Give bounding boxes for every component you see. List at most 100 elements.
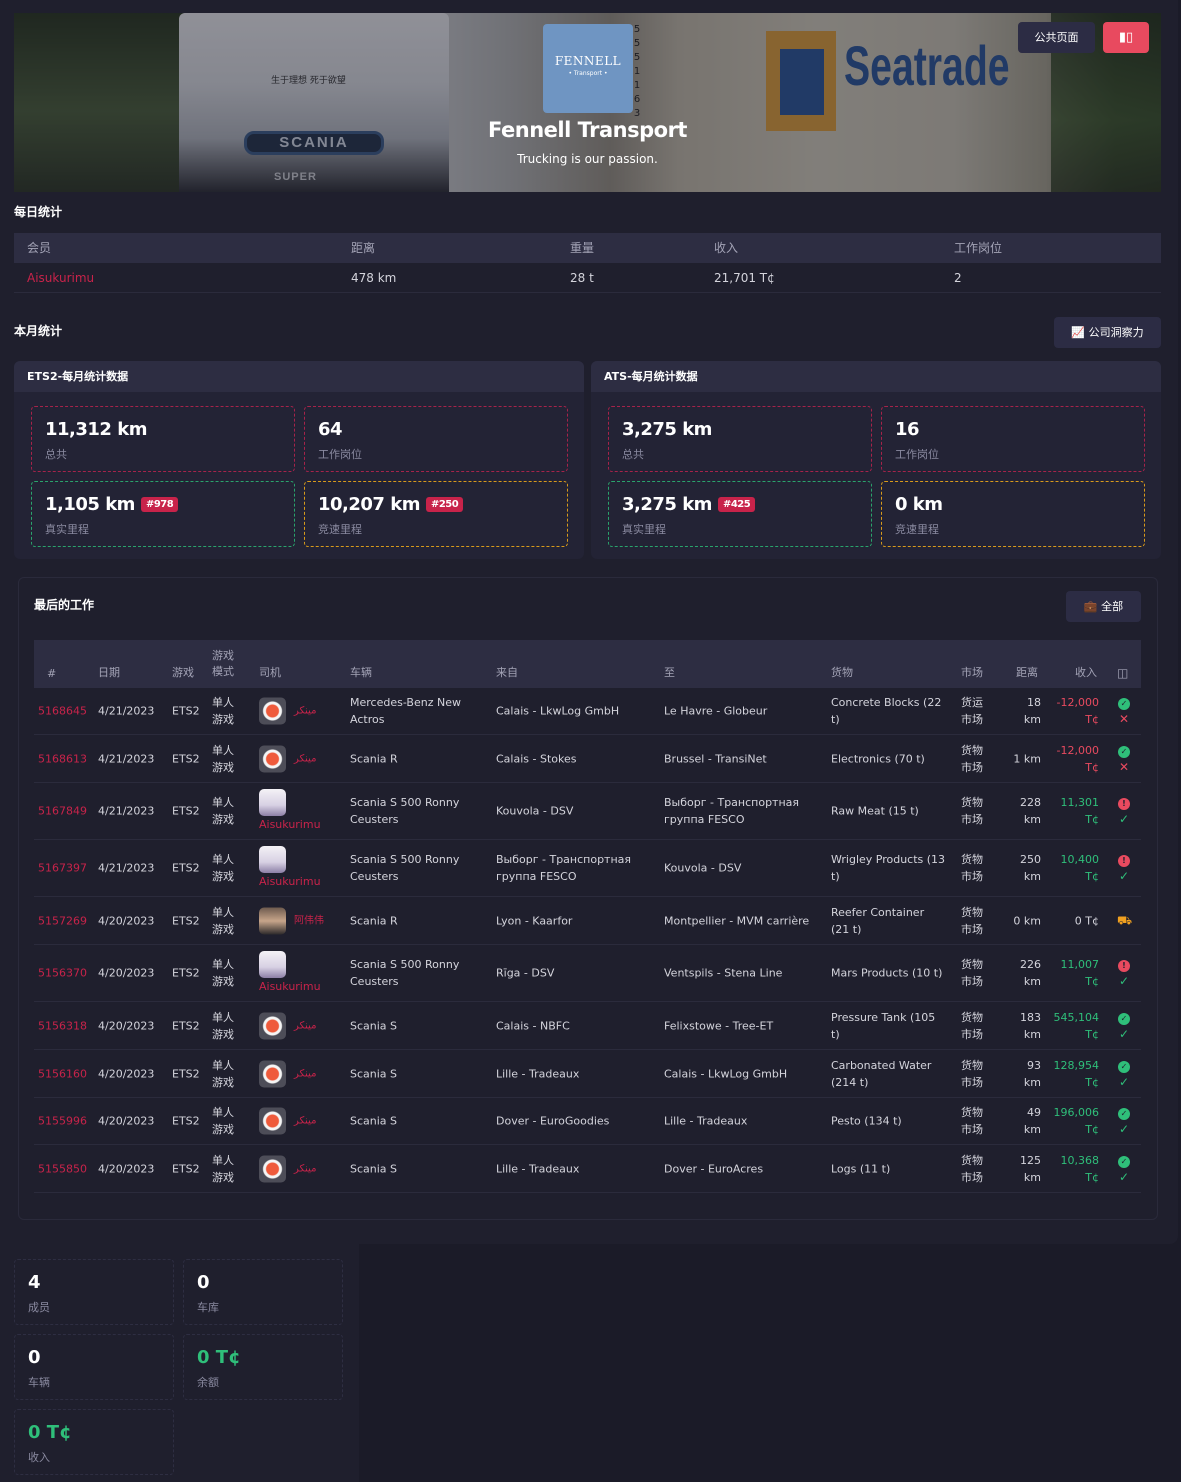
table-row[interactable]: 5167397 4/21/2023 ETS2 单人 游戏 Scania S 500 Ro… xyxy=(34,840,1141,897)
driver-name[interactable]: Aisukurimu xyxy=(259,873,321,890)
driver-name[interactable]: مينكر xyxy=(294,753,316,764)
table-row[interactable]: 5155850 4/20/2023 ETS2 单人 游戏 Scania S Lille -… xyxy=(34,1145,1141,1193)
ets2-total-stat: 11,312 km 总共 xyxy=(31,406,295,472)
table-row[interactable]: 5156318 4/20/2023 ETS2 单人 游戏 Scania S Calais … xyxy=(34,1002,1141,1050)
job-id-link[interactable]: 5168645 xyxy=(38,703,87,720)
rank-badge: #978 xyxy=(140,497,179,512)
job-truck: Scania S xyxy=(350,1162,398,1175)
ats-real-stat: 3,275 km #425 真实里程 xyxy=(608,481,872,547)
jobs-table-header: # 日期 游戏 游戏 模式 司机 车辆 来自 至 货物 市场 距离 收入 ◫ xyxy=(34,640,1141,688)
check-circle-icon: ✓ xyxy=(1118,745,1130,758)
driver-name[interactable]: مينكر xyxy=(294,1068,316,1079)
job-id-link[interactable]: 5156318 xyxy=(38,1017,87,1034)
job-driver[interactable]: مينكر xyxy=(259,1060,316,1087)
job-status: ✓ ✓ xyxy=(1117,1104,1131,1138)
job-market: 货物 市场 xyxy=(961,743,983,774)
driver-name[interactable]: مينكر xyxy=(294,1163,316,1174)
job-id-link[interactable]: 5155996 xyxy=(38,1113,87,1130)
driver-name[interactable]: Aisukurimu xyxy=(259,978,321,995)
job-market: 货物 市场 xyxy=(961,1153,983,1184)
table-row[interactable]: 5168645 4/21/2023 ETS2 单人 游戏 Mercedes-Benz N… xyxy=(34,688,1141,735)
job-date: 4/21/2023 xyxy=(98,704,155,718)
balance-label: 余额 xyxy=(197,1376,219,1389)
income-stat: 0 T¢ 收入 xyxy=(14,1409,174,1475)
income-value: 21,701 T¢ xyxy=(714,271,775,285)
company-logo: FENNELL • Transport • xyxy=(543,24,633,113)
job-truck: Scania S 500 Ronny Ceusters xyxy=(350,853,460,883)
job-income: 128,954 T¢ xyxy=(1053,1058,1100,1089)
job-driver[interactable]: 阿伟伟 xyxy=(259,907,324,934)
driver-name[interactable]: مينكر xyxy=(294,1116,316,1127)
warning-circle-icon: ! xyxy=(1118,960,1130,972)
job-id-link[interactable]: 5168613 xyxy=(38,750,87,767)
job-date: 4/21/2023 xyxy=(98,804,155,818)
job-to: Kouvola - DSV xyxy=(664,861,742,875)
job-mode: 单人 游戏 xyxy=(212,743,234,774)
job-driver[interactable]: مينكر xyxy=(259,697,316,725)
driver-name[interactable]: مينكر xyxy=(294,706,316,717)
garages-stat: 0 车库 xyxy=(183,1259,343,1325)
driver-name[interactable]: مينكر xyxy=(294,1020,316,1031)
col-game: 游戏 xyxy=(172,666,194,679)
ets2-jobs-stat: 64 工作岗位 xyxy=(304,406,568,472)
table-row[interactable]: 5155996 4/20/2023 ETS2 单人 游戏 Scania S Dover -… xyxy=(34,1098,1141,1145)
job-game: ETS2 xyxy=(172,804,200,818)
table-row[interactable]: 5167849 4/21/2023 ETS2 单人 游戏 Scania S 500 Ro… xyxy=(34,783,1141,840)
table-row[interactable]: 5168613 4/21/2023 ETS2 单人 游戏 Scania R Calais … xyxy=(34,735,1141,783)
check-circle-icon: ✓ xyxy=(1118,1012,1130,1025)
job-driver[interactable]: مينكر xyxy=(259,1107,316,1135)
job-income: 10,368 T¢ xyxy=(1060,1153,1100,1184)
col-jobs: 工作岗位 xyxy=(954,241,1003,255)
table-row[interactable]: 5157269 4/20/2023 ETS2 单人 游戏 Scania R Lyon - … xyxy=(34,897,1141,945)
job-game: ETS2 xyxy=(172,1162,200,1175)
check-icon: ✓ xyxy=(1118,1074,1130,1089)
check-icon: ✓ xyxy=(1118,869,1130,883)
all-jobs-button[interactable]: 💼 全部 xyxy=(1066,591,1141,622)
job-income: 11,301 T¢ xyxy=(1060,796,1100,826)
job-driver[interactable]: Aisukurimu xyxy=(259,951,321,995)
job-driver[interactable]: Aisukurimu xyxy=(259,789,321,833)
job-id-link[interactable]: 5155850 xyxy=(38,1160,87,1177)
exit-button[interactable]: ▮▯ xyxy=(1103,22,1149,53)
ets2-monthly-title: ETS2-每月统计数据 xyxy=(14,361,584,392)
job-driver[interactable]: Aisukurimu xyxy=(259,846,321,890)
job-driver[interactable]: مينكر xyxy=(259,745,316,772)
trucks-stat: 0 车辆 xyxy=(14,1334,174,1400)
member-link[interactable]: Aisukurimu xyxy=(27,263,94,293)
company-insight-button[interactable]: 📈 公司洞察力 xyxy=(1054,317,1161,348)
job-mode: 单人 游戏 xyxy=(212,696,234,726)
check-icon: ✓ xyxy=(1118,1169,1130,1184)
job-date: 4/20/2023 xyxy=(98,1114,155,1128)
job-distance: 93 km xyxy=(1023,1058,1041,1089)
job-driver[interactable]: مينكر xyxy=(259,1012,316,1039)
job-from: Выборг - Транспортная группа FESCO xyxy=(496,853,632,883)
job-market: 货物 市场 xyxy=(961,796,983,826)
table-row[interactable]: 5156370 4/20/2023 ETS2 单人 游戏 Scania S 500 Ro… xyxy=(34,945,1141,1002)
job-to: Calais - LkwLog GmbH xyxy=(664,1067,788,1080)
job-id-link[interactable]: 5156160 xyxy=(38,1065,87,1082)
job-id-link[interactable]: 5167849 xyxy=(38,803,87,820)
weight-value: 28 t xyxy=(570,271,594,285)
job-id-link[interactable]: 5156370 xyxy=(38,965,87,982)
driver-name[interactable]: 阿伟伟 xyxy=(294,915,324,926)
job-market: 货物 市场 xyxy=(961,1010,983,1041)
job-truck: Scania S 500 Ronny Ceusters xyxy=(350,796,460,826)
ats-jobs-stat: 16 工作岗位 xyxy=(881,406,1145,472)
job-id-link[interactable]: 5167397 xyxy=(38,860,87,877)
warning-circle-icon: ! xyxy=(1118,798,1130,810)
columns-toggle-icon[interactable]: ◫ xyxy=(1117,666,1128,680)
job-id-link[interactable]: 5157269 xyxy=(38,912,87,929)
table-row[interactable]: 5156160 4/20/2023 ETS2 单人 游戏 Scania S Lille -… xyxy=(34,1050,1141,1098)
ets2-race-value: 10,207 km xyxy=(318,494,420,515)
job-distance: 250 km xyxy=(1020,853,1041,883)
distance-value: 478 km xyxy=(351,271,397,285)
col-cargo: 货物 xyxy=(831,666,853,679)
avatar xyxy=(259,1060,286,1087)
job-distance: 49 km xyxy=(1023,1106,1041,1136)
job-mode: 单人 游戏 xyxy=(212,958,234,988)
driver-name[interactable]: Aisukurimu xyxy=(259,816,321,833)
job-driver[interactable]: مينكر xyxy=(259,1155,316,1182)
truck-icon: ⛟ xyxy=(1117,913,1133,927)
jobs-table: # 日期 游戏 游戏 模式 司机 车辆 来自 至 货物 市场 距离 收入 ◫ 5… xyxy=(34,640,1141,1193)
public-page-button[interactable]: 公共页面 xyxy=(1018,22,1095,53)
